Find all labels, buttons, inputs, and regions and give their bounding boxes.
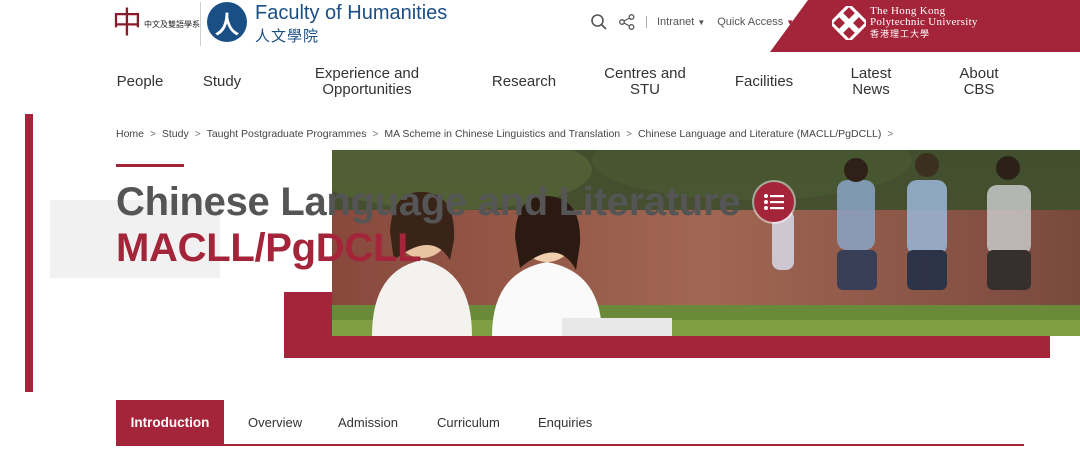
table-of-contents-button[interactable]: [754, 182, 794, 222]
tab-enquiries[interactable]: Enquiries: [538, 400, 592, 444]
header-divider: [200, 2, 201, 46]
tab-overview[interactable]: Overview: [248, 400, 302, 444]
department-logo-text: 中文及雙語學系: [144, 19, 200, 29]
share-icon[interactable]: [618, 13, 636, 31]
breadcrumb-home[interactable]: Home: [116, 128, 144, 140]
university-banner[interactable]: The Hong Kong Polytechnic University 香港理…: [770, 0, 1080, 52]
tab-curriculum[interactable]: Curriculum: [437, 400, 500, 444]
nav-item-latest-news[interactable]: Latest News: [840, 60, 902, 104]
section-tabs: Introduction Overview Admission Curricul…: [116, 400, 1024, 446]
department-logo[interactable]: 中 中文及雙語學系: [112, 0, 200, 48]
nav-item-study[interactable]: Study: [196, 60, 248, 104]
tab-admission[interactable]: Admission: [338, 400, 398, 444]
breadcrumb: Home > Study > Taught Postgraduate Progr…: [116, 128, 899, 140]
main-nav: People Study Experience and Opportunitie…: [110, 60, 1040, 104]
department-logo-mark: 中: [112, 6, 142, 41]
page-subtitle: MACLL/PgDCLL: [116, 226, 422, 270]
nav-item-centres[interactable]: Centres and STU: [594, 60, 696, 104]
list-icon: [764, 194, 784, 210]
polyu-logo-icon: [832, 6, 866, 40]
tools-separator: [646, 16, 647, 28]
nav-item-research[interactable]: Research: [486, 60, 562, 104]
intranet-dropdown[interactable]: Intranet ▼: [657, 16, 705, 28]
faculty-logo-icon[interactable]: 人: [207, 2, 247, 42]
chevron-right-icon: >: [150, 128, 156, 140]
tab-introduction[interactable]: Introduction: [116, 400, 224, 444]
left-accent-bar: [25, 114, 33, 392]
quick-access-label: Quick Access: [717, 16, 784, 28]
hero-photo: [332, 150, 1080, 336]
nav-item-experience[interactable]: Experience and Opportunities: [300, 60, 434, 104]
university-name-chinese: 香港理工大學: [870, 30, 931, 40]
breadcrumb-current[interactable]: Chinese Language and Literature (MACLL/P…: [638, 128, 881, 140]
chevron-right-icon: >: [194, 128, 201, 140]
site-header: 中 中文及雙語學系 人 Faculty of Humanities 人文學院 I…: [0, 0, 1080, 52]
header-tools: Intranet ▼ Quick Access ▼: [590, 12, 806, 32]
search-icon[interactable]: [590, 13, 608, 31]
nav-item-about[interactable]: About CBS: [946, 60, 1012, 104]
page-title: Chinese Language and Literature: [116, 180, 741, 224]
breadcrumb-ma-scheme[interactable]: MA Scheme in Chinese Linguistics and Tra…: [384, 128, 620, 140]
chevron-right-icon: >: [372, 128, 379, 140]
breadcrumb-taught-postgraduate[interactable]: Taught Postgraduate Programmes: [207, 128, 367, 140]
faculty-title[interactable]: Faculty of Humanities: [255, 2, 447, 25]
title-rule: [116, 164, 184, 167]
nav-item-people[interactable]: People: [110, 60, 170, 104]
breadcrumb-study[interactable]: Study: [162, 128, 189, 140]
quick-access-dropdown[interactable]: Quick Access ▼: [717, 16, 794, 28]
chevron-right-icon: >: [626, 128, 632, 140]
faculty-subtitle[interactable]: 人文學院: [255, 25, 319, 46]
intranet-label: Intranet: [657, 16, 695, 28]
caret-down-icon: ▼: [697, 17, 706, 27]
nav-item-facilities[interactable]: Facilities: [726, 60, 802, 104]
chevron-right-icon: >: [887, 128, 894, 140]
